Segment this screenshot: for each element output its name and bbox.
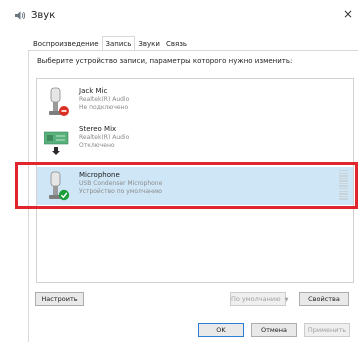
device-name: Stereo Mix	[79, 125, 117, 133]
list-item-stereo-mix[interactable]: Stereo Mix Realtek(R) Audio Отключено	[37, 121, 353, 159]
device-status: Не подключено	[79, 104, 129, 111]
device-name: Jack Mic	[79, 87, 108, 95]
cancel-button[interactable]: Отмена	[251, 323, 297, 337]
apply-button[interactable]: Применить	[304, 323, 350, 337]
close-icon[interactable]: ×	[343, 4, 359, 24]
ok-button[interactable]: OK	[198, 323, 244, 337]
set-default-label: По умолчанию	[231, 295, 281, 303]
microphone-icon	[49, 87, 69, 116]
disabled-arrow-badge-icon	[51, 146, 61, 155]
soundcard-icon	[44, 131, 69, 155]
device-driver: Realtek(R) Audio	[79, 96, 130, 103]
device-driver: Realtek(R) Audio	[79, 134, 130, 141]
device-status: Отключено	[79, 142, 115, 149]
instruction-text: Выберите устройство записи, параметры ко…	[37, 57, 293, 65]
configure-button[interactable]: Настроить	[35, 292, 84, 306]
window-title: Звук	[31, 10, 56, 21]
tab-strip: Воспроизведение Запись Звуки Связь	[30, 36, 190, 52]
selection-highlight-box	[15, 162, 358, 209]
speaker-icon	[15, 11, 26, 20]
chevron-down-icon: ▼	[284, 297, 289, 303]
set-default-button[interactable]: По умолчанию ▼	[230, 292, 289, 306]
properties-button[interactable]: Свойства	[299, 292, 349, 306]
title-bar: Звук ×	[0, 0, 359, 30]
disconnected-badge-icon	[59, 106, 69, 116]
list-item-jack-mic[interactable]: Jack Mic Realtek(R) Audio Не подключено	[37, 83, 353, 121]
